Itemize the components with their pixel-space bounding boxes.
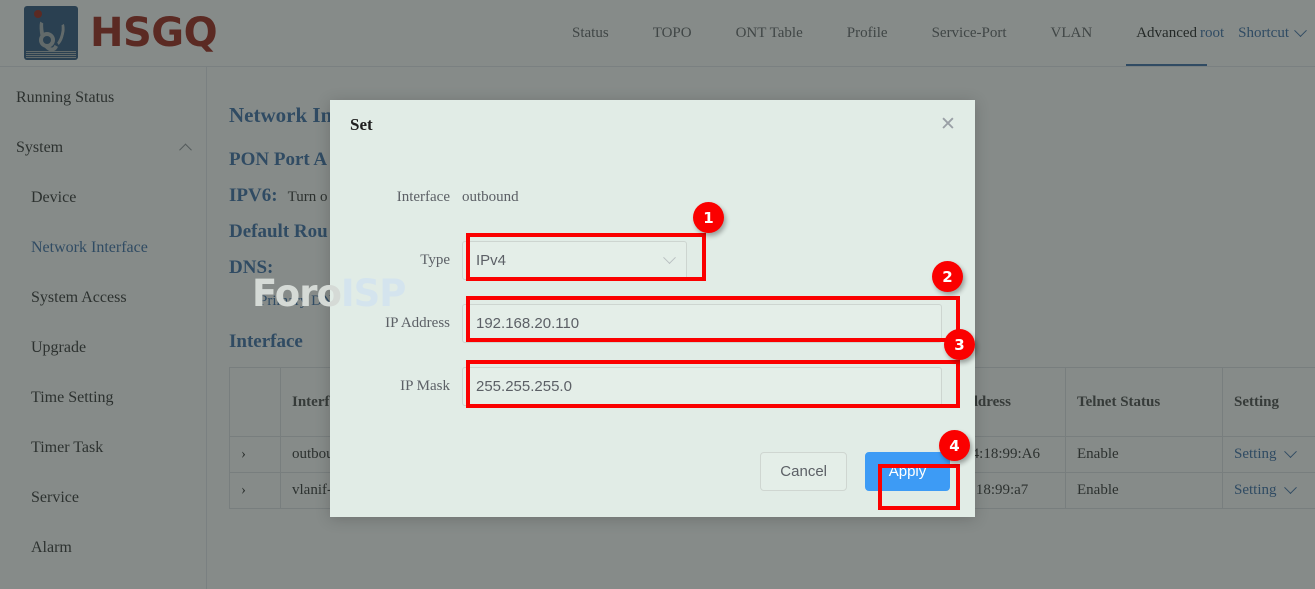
ip-address-label: IP Address — [330, 315, 462, 332]
type-select[interactable]: IPv4 — [462, 241, 687, 280]
app-root: HSGQ Status TOPO ONT Table Profile Servi… — [0, 0, 1315, 589]
dialog-footer: Cancel Apply — [760, 452, 950, 491]
form-row-type: Type IPv4 — [330, 229, 975, 292]
annotation-badge-1: 1 — [693, 202, 724, 233]
annotation-badge-3: 3 — [944, 329, 975, 360]
ip-address-input[interactable]: 192.168.20.110 — [462, 304, 942, 343]
form-row-ip-address: IP Address 192.168.20.110 — [330, 292, 975, 355]
dialog-form: Interface outbound Type IPv4 IP Address … — [330, 166, 975, 418]
ip-mask-input[interactable]: 255.255.255.0 — [462, 367, 942, 406]
chevron-down-icon — [663, 251, 676, 264]
annotation-badge-4: 4 — [939, 430, 970, 461]
apply-button[interactable]: Apply — [865, 452, 950, 491]
interface-value: outbound — [462, 189, 519, 206]
form-row-interface: Interface outbound — [330, 166, 975, 229]
ip-mask-value: 255.255.255.0 — [476, 378, 572, 395]
type-label: Type — [330, 252, 462, 269]
interface-label: Interface — [330, 189, 462, 206]
close-icon[interactable]: ✕ — [937, 115, 959, 137]
set-interface-dialog: Set ✕ Interface outbound Type IPv4 IP Ad… — [330, 100, 975, 517]
dialog-title: Set — [350, 115, 373, 135]
form-row-ip-mask: IP Mask 255.255.255.0 — [330, 355, 975, 418]
annotation-badge-2: 2 — [932, 261, 963, 292]
ip-mask-label: IP Mask — [330, 378, 462, 395]
cancel-button[interactable]: Cancel — [760, 452, 847, 491]
type-select-value: IPv4 — [476, 252, 506, 269]
ip-address-value: 192.168.20.110 — [476, 315, 579, 332]
